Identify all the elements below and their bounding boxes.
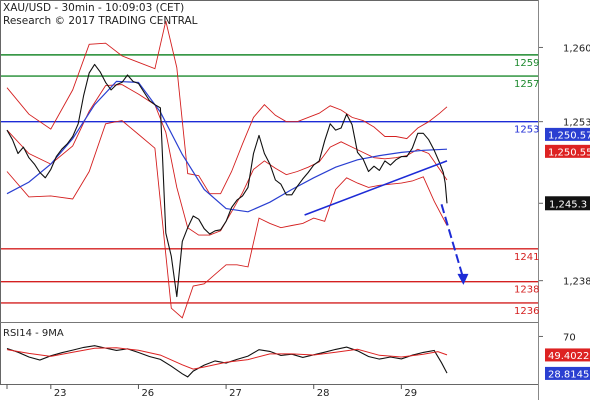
y-tick-label: 1,238 (563, 277, 590, 288)
y-tick-label: 1,253 (563, 118, 590, 129)
rsi-y-tick-label: 70 (563, 332, 576, 343)
level-label-1238: 1238 (514, 285, 539, 296)
y-tick-label: 1,260 (563, 43, 590, 54)
price-flag-label: 1,250.57 (548, 130, 590, 141)
x-tick-label: 28 (317, 388, 330, 399)
level-label-1253: 1253 (514, 125, 539, 136)
x-tick-label: 27 (229, 388, 242, 399)
current-price-label: 1,245.3 (549, 199, 587, 210)
chart-title: XAU/USD - 30min - 10:09:03 (CET) (3, 2, 184, 14)
price-flag-label: 1,250.55 (548, 147, 590, 158)
y-axis-ticks: 1,260 1,253 1,245.3 1,238 70 (539, 43, 590, 343)
price-chart: 1259 1257 1253 1241 1238 1236 1,260 1,253 1,245… (0, 0, 590, 400)
chart-frame (0, 0, 539, 385)
x-tick-label: 23 (54, 388, 67, 399)
x-tick-label: 29 (404, 388, 417, 399)
chart-subtitle: Research © 2017 TRADING CENTRAL (3, 15, 198, 27)
x-axis-ticks: 23 26 27 28 29 (6, 384, 417, 399)
level-label-1236: 1236 (514, 306, 539, 317)
x-tick-label: 26 (141, 388, 154, 399)
level-label-1259: 1259 (514, 58, 539, 69)
rsi-flag-label: 49.4022 (548, 351, 589, 362)
level-label-1257: 1257 (514, 79, 539, 90)
rsi-flag-label: 28.8145 (548, 369, 589, 380)
level-label-1241: 1241 (514, 252, 539, 263)
rsi-panel-title: RSI14 - 9MA (3, 328, 64, 339)
